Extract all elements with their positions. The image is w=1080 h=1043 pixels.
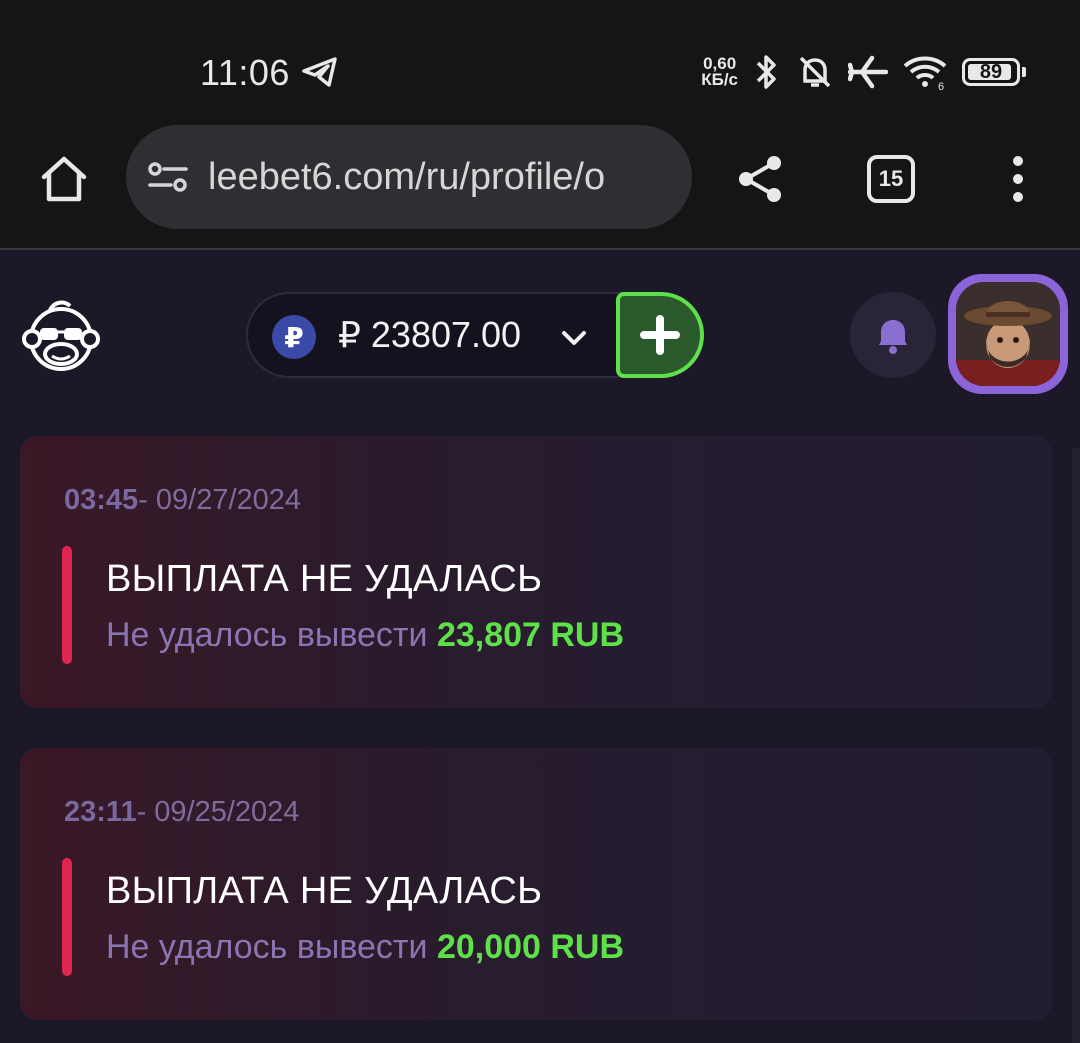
plus-icon bbox=[640, 315, 680, 355]
notification-amount: 20,000 RUB bbox=[436, 928, 625, 966]
scrollbar[interactable] bbox=[1072, 448, 1080, 1043]
share-icon[interactable] bbox=[732, 151, 788, 207]
more-menu-icon[interactable] bbox=[1000, 153, 1036, 205]
avatar bbox=[956, 282, 1060, 386]
bluetooth-icon bbox=[756, 55, 776, 89]
status-time: 11:06 bbox=[200, 52, 290, 93]
error-accent-bar bbox=[62, 546, 72, 664]
browser-toolbar: leebet6.com/ru/profile/o 15 bbox=[0, 125, 1080, 250]
address-bar[interactable]: leebet6.com/ru/profile/o bbox=[126, 125, 692, 229]
url-text[interactable]: leebet6.com/ru/profile/o bbox=[208, 156, 668, 199]
notification-message: Не удалось вывести 23,807 RUB bbox=[106, 616, 625, 654]
tab-switcher-button[interactable]: 15 bbox=[867, 155, 915, 203]
balance-amount[interactable]: ₽ 23807.00 bbox=[338, 314, 521, 356]
site-settings-icon[interactable] bbox=[146, 157, 192, 197]
deposit-button[interactable] bbox=[616, 292, 704, 378]
notification-amount: 23,807 RUB bbox=[436, 616, 625, 654]
bell-muted-icon bbox=[799, 56, 831, 88]
notification-message: Не удалось вывести 20,000 RUB bbox=[106, 928, 625, 966]
notification-title: ВЫПЛАТА НЕ УДАЛАСЬ bbox=[106, 870, 543, 912]
network-speed: 0,60 КБ/с bbox=[701, 54, 738, 89]
notification-card: 03:45- 09/27/2024 ВЫПЛАТА НЕ УДАЛАСЬ Не … bbox=[20, 436, 1052, 708]
wifi-icon: 6 bbox=[903, 56, 947, 91]
notifications-button[interactable] bbox=[850, 292, 936, 378]
app-header: ₽ ₽ 23807.00 bbox=[0, 252, 1080, 422]
notification-timestamp: 23:11- 09/25/2024 bbox=[64, 796, 300, 828]
telegram-icon bbox=[302, 57, 337, 87]
ruble-coin-icon: ₽ bbox=[272, 315, 316, 359]
svg-text:6: 6 bbox=[938, 81, 944, 91]
airplane-icon bbox=[848, 55, 888, 89]
status-bar: 11:06 0,60 КБ/с 6 89 bbox=[0, 0, 1080, 125]
notification-timestamp: 03:45- 09/27/2024 bbox=[64, 484, 302, 516]
profile-avatar-button[interactable] bbox=[948, 274, 1068, 394]
bell-icon bbox=[879, 320, 907, 354]
error-accent-bar bbox=[62, 858, 72, 976]
notification-card: 23:11- 09/25/2024 ВЫПЛАТА НЕ УДАЛАСЬ Не … bbox=[20, 748, 1052, 1020]
battery-icon: 89 bbox=[962, 58, 1026, 86]
home-icon[interactable] bbox=[36, 151, 92, 207]
balance-selector[interactable]: ₽ ₽ 23807.00 bbox=[246, 292, 704, 378]
monkey-logo-icon[interactable] bbox=[20, 294, 102, 376]
chevron-down-icon[interactable] bbox=[560, 324, 588, 352]
notification-title: ВЫПЛАТА НЕ УДАЛАСЬ bbox=[106, 558, 543, 600]
